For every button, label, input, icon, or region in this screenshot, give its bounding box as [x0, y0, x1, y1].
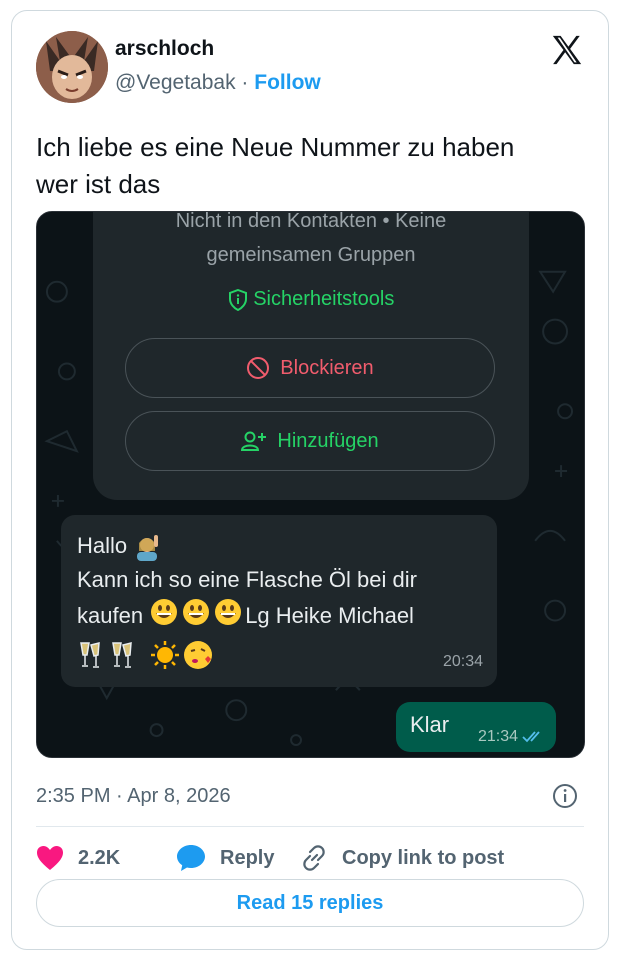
tweet-text-line: wer ist das — [36, 169, 161, 199]
reply-label: Reply — [220, 846, 275, 869]
attached-screenshot[interactable]: Nicht in den Kontakten • Keine gemeinsam… — [36, 211, 585, 758]
post-timestamp[interactable]: 2:35 PM · Apr 8, 2026 — [36, 785, 231, 808]
block-icon — [247, 357, 270, 379]
like-count: 2.2K — [78, 846, 121, 869]
person-raising-hand-emoji-icon — [137, 535, 159, 562]
divider — [36, 826, 584, 827]
copy-link-button[interactable]: Copy link to post — [300, 844, 504, 872]
contact-info-panel: Nicht in den Kontakten • Keine gemeinsam… — [93, 211, 529, 500]
message-text: kaufen — [77, 602, 144, 628]
add-contact-label: Hinzufügen — [277, 429, 379, 452]
message-text: Lg Heike Michael — [245, 602, 414, 628]
outgoing-timestamp: 21:34 — [477, 728, 518, 745]
shield-icon — [228, 288, 247, 311]
security-tools-label: Sicherheitstools — [253, 288, 395, 310]
reply-button[interactable]: Reply — [176, 844, 300, 872]
link-icon — [303, 845, 325, 871]
handle-row: @Vegetabak · Follow — [115, 71, 321, 95]
tweet-text: Ich liebe es eine Neue Nummer zu haben w… — [36, 129, 596, 203]
clinking-glasses-sun-kiss-emoji-icon — [80, 641, 212, 670]
add-person-icon — [241, 431, 267, 451]
copy-link-label: Copy link to post — [342, 846, 505, 869]
incoming-message[interactable]: Hallo Kann ich so eine Flasche Öl bei di… — [61, 515, 497, 687]
security-tools-link[interactable]: Sicherheitstools — [93, 288, 529, 311]
user-handle[interactable]: @Vegetabak — [115, 71, 236, 94]
incoming-timestamp: 20:34 — [442, 653, 483, 670]
outgoing-message[interactable]: Klar 21:34 — [396, 702, 556, 752]
avatar[interactable] — [36, 31, 108, 103]
tweet-card: arschloch @Vegetabak · Follow Ich liebe … — [11, 10, 609, 950]
handle-separator: · — [235, 71, 255, 94]
grinning-face-emoji-icon — [149, 597, 245, 637]
follow-button[interactable]: Follow — [254, 71, 321, 94]
display-name[interactable]: arschloch — [115, 37, 214, 61]
message-text: Hallo — [77, 533, 128, 558]
meta-separator: · — [110, 785, 128, 807]
outgoing-text: Klar — [410, 712, 450, 737]
read-receipt-ticks-icon — [522, 731, 540, 743]
add-contact-button[interactable]: Hinzufügen — [125, 411, 495, 471]
contact-status-text: Nicht in den Kontakten • Keine — [175, 211, 447, 232]
read-replies-button[interactable]: Read 15 replies — [36, 879, 584, 927]
block-label: Blockieren — [280, 356, 374, 379]
action-bar: 2.2K Reply Copy link to post — [36, 841, 504, 875]
tweet-text-line: Ich liebe es eine Neue Nummer zu haben — [36, 132, 515, 162]
reply-bubble-icon — [177, 845, 205, 871]
message-line: Hallo — [77, 529, 481, 563]
like-button[interactable]: 2.2K — [36, 845, 176, 871]
post-date: Apr 8, 2026 — [127, 785, 231, 807]
message-line: kaufen Lg Heike Michael — [77, 597, 481, 637]
message-line: Kann ich so eine Flasche Öl bei dir — [77, 567, 417, 592]
avatar-image — [36, 31, 108, 103]
heart-icon — [37, 846, 63, 870]
info-icon[interactable] — [552, 783, 578, 809]
message-line — [77, 637, 481, 671]
contact-groups-text: gemeinsamen Gruppen — [206, 244, 416, 266]
block-button[interactable]: Blockieren — [125, 338, 495, 398]
post-time: 2:35 PM — [36, 785, 111, 807]
x-logo-icon[interactable] — [550, 33, 584, 67]
